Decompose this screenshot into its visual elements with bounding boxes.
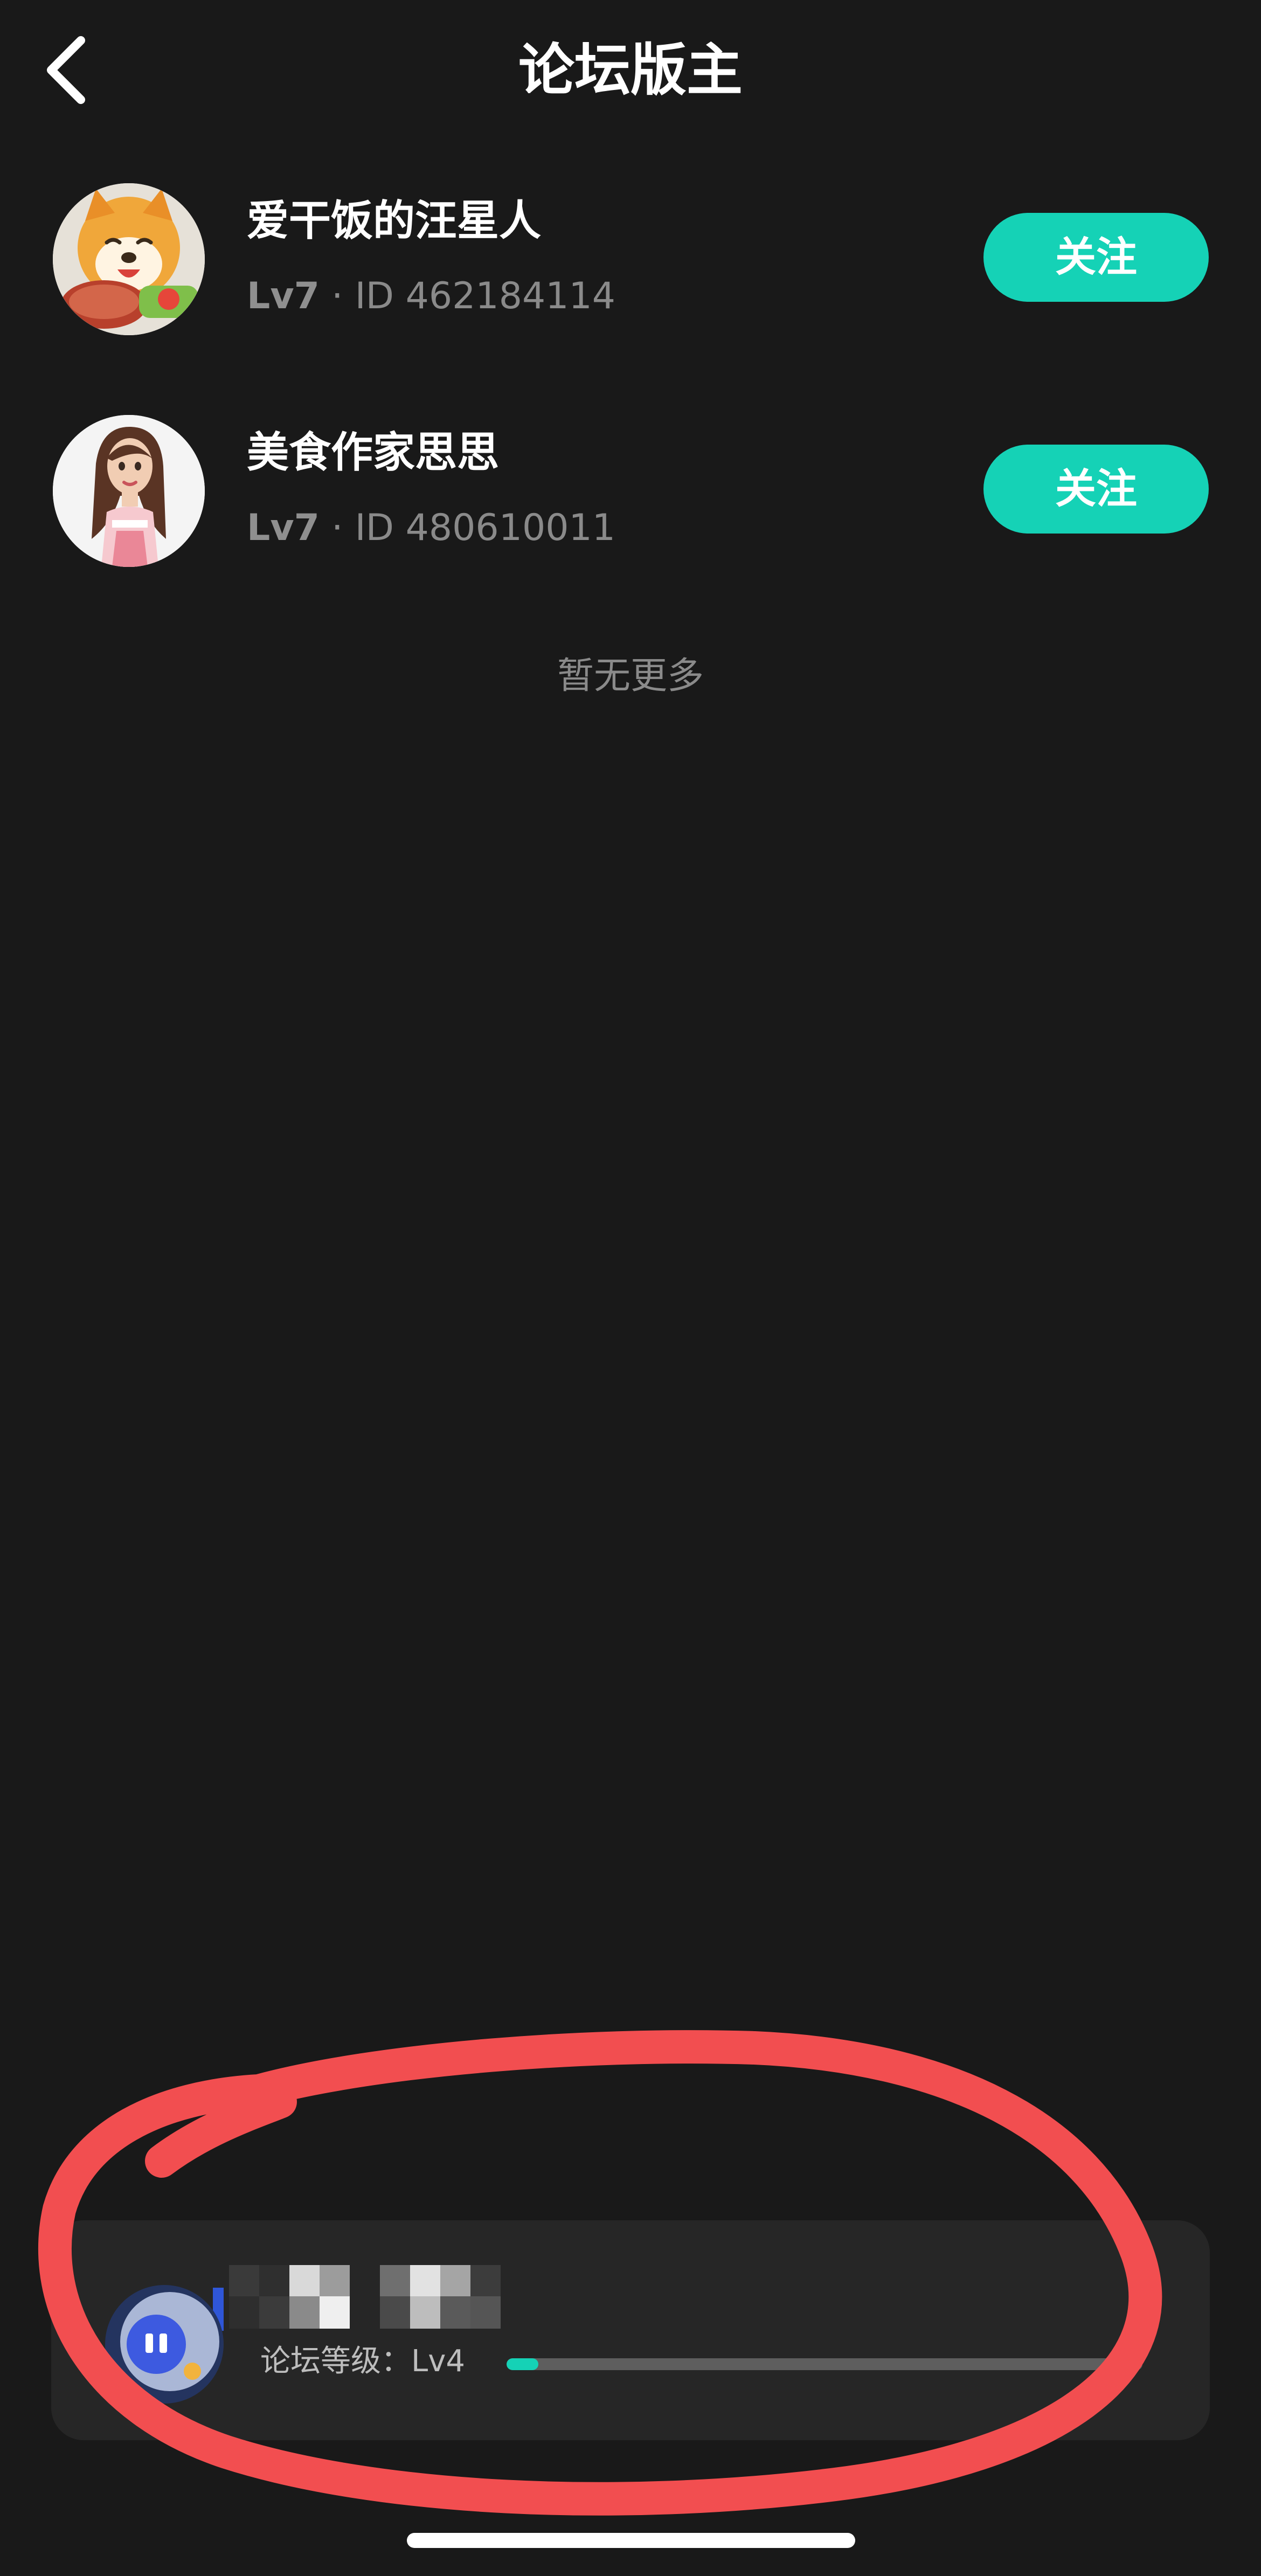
header-bar: 论坛版主 xyxy=(0,0,1261,140)
forum-level-label: 论坛等级：Lv4 xyxy=(260,2344,465,2379)
level-progress-fill xyxy=(507,2358,538,2370)
moderator-id: ID 462184114 xyxy=(355,275,616,317)
home-indicator[interactable] xyxy=(407,2533,855,2548)
moderator-row[interactable]: 爱干饭的汪星人 Lv7 · ID 462184114 关注 xyxy=(0,178,1261,340)
moderator-avatar[interactable] xyxy=(53,415,205,567)
moderator-level: Lv7 xyxy=(247,275,320,317)
follow-button[interactable]: 关注 xyxy=(983,213,1209,302)
moderator-level: Lv7 xyxy=(247,507,320,549)
moderator-id: ID 480610011 xyxy=(355,507,616,549)
moderator-meta: Lv7 · ID 462184114 xyxy=(247,272,615,321)
moderator-meta: Lv7 · ID 480610011 xyxy=(247,504,615,552)
username-blurred xyxy=(229,2265,542,2329)
meta-separator: · xyxy=(331,507,343,549)
moderator-name: 美食作家思思 xyxy=(247,428,500,477)
user-level-card[interactable]: 论坛等级：Lv4 xyxy=(51,2220,1210,2440)
list-end-text: 暂无更多 xyxy=(557,655,704,697)
level-progress-bar xyxy=(507,2358,1142,2370)
shiba-avatar-icon xyxy=(53,183,205,335)
moderator-row[interactable]: 美食作家思思 Lv7 · ID 480610011 关注 xyxy=(0,410,1261,571)
page-title: 论坛版主 xyxy=(518,37,743,103)
woman-avatar-icon xyxy=(53,415,205,567)
moderator-name: 爱干饭的汪星人 xyxy=(247,197,542,245)
pixelated-text-icon xyxy=(229,2265,542,2329)
meta-separator: · xyxy=(331,275,343,317)
follow-button[interactable]: 关注 xyxy=(983,445,1209,534)
moderator-avatar[interactable] xyxy=(53,183,205,335)
